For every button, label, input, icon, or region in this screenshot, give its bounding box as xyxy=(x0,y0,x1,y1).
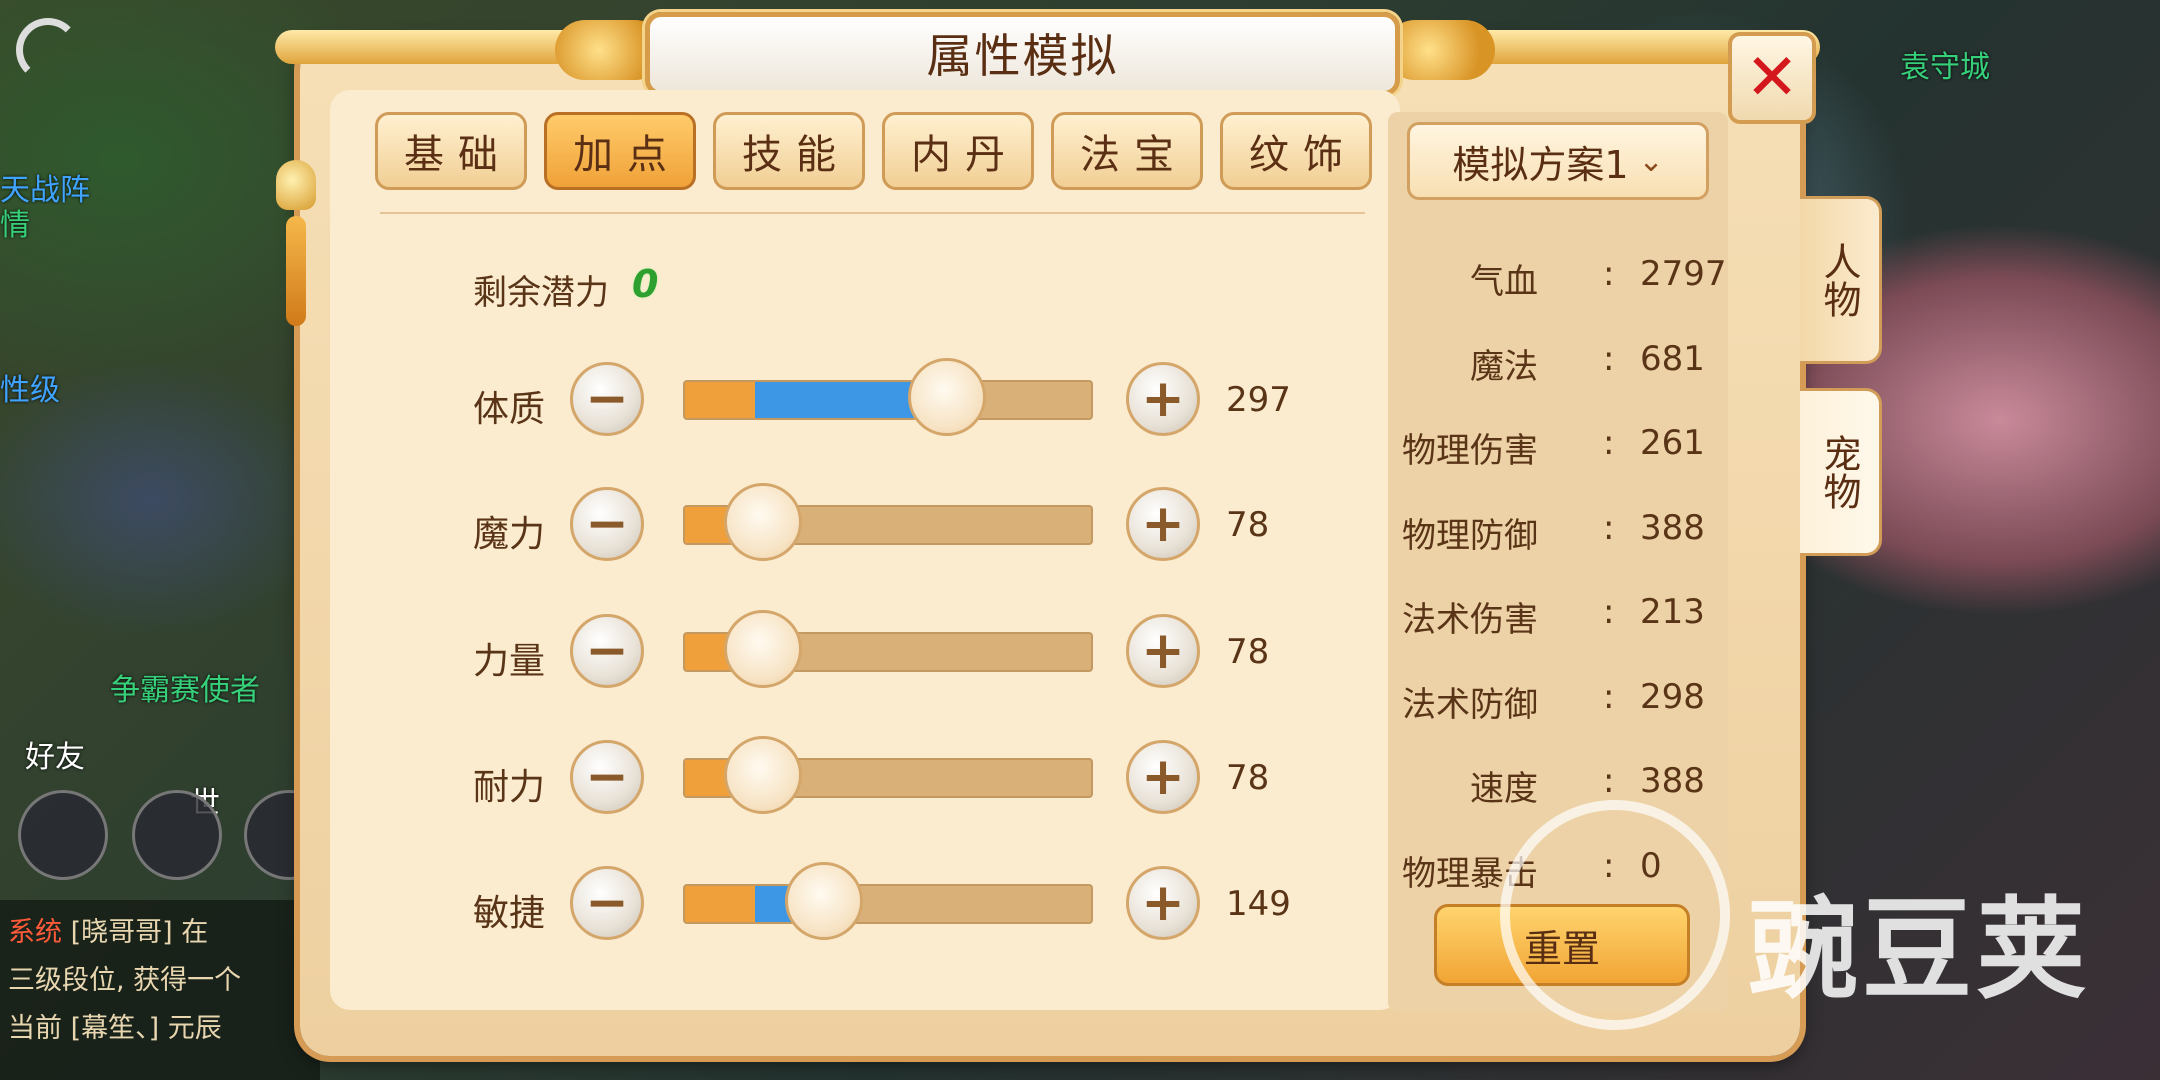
attribute-row: 魔力 − +78 xyxy=(0,483,1400,577)
remaining-potential-label: 剩余潜力 xyxy=(473,273,609,313)
minus-icon: − xyxy=(585,621,629,681)
increase-button[interactable]: + xyxy=(1126,614,1200,688)
increase-button[interactable]: + xyxy=(1126,487,1200,561)
stat-colon: : xyxy=(1603,338,1615,379)
plus-icon: + xyxy=(1141,873,1185,933)
chat-line-3: 当前 [幕笙、] 元辰 xyxy=(8,1013,222,1044)
stat-value: 213 xyxy=(1640,592,1705,632)
stat-colon: : xyxy=(1603,592,1615,632)
close-button[interactable]: ✕ xyxy=(1728,32,1816,124)
tab-add-points[interactable]: 加点 xyxy=(544,112,696,190)
plan-dropdown[interactable]: 模拟方案1 ⌄ xyxy=(1407,122,1709,200)
stat-name: 气血 xyxy=(1470,262,1538,302)
chat-line-2: 三级段位, 获得一个 xyxy=(8,965,242,996)
stat-name: 物理伤害 xyxy=(1402,431,1538,471)
attribute-row: 敏捷 − +149 xyxy=(0,862,1400,956)
minus-icon: − xyxy=(585,369,629,429)
minus-icon: − xyxy=(585,494,629,554)
tab-basic[interactable]: 基础 xyxy=(375,112,527,190)
stat-row: 物理伤害:261 xyxy=(1388,423,1708,483)
attribute-row: 力量 − +78 xyxy=(0,610,1400,704)
stat-value: 298 xyxy=(1640,676,1705,717)
attribute-slider[interactable] xyxy=(683,380,1093,420)
slider-handle[interactable] xyxy=(723,483,802,561)
slider-handle[interactable] xyxy=(908,358,987,436)
chevron-down-icon: ⌄ xyxy=(1638,143,1664,179)
stat-colon: : xyxy=(1603,254,1615,294)
stat-value: 681 xyxy=(1640,338,1705,379)
increase-button[interactable]: + xyxy=(1126,740,1200,814)
title-ornament-right xyxy=(1385,20,1495,80)
side-tab-character[interactable]: 人物 xyxy=(1800,196,1882,364)
attribute-row: 体质 − +297 xyxy=(0,358,1400,452)
stat-value: 2797 xyxy=(1640,254,1727,294)
stat-value: 388 xyxy=(1640,507,1705,548)
tab-inner-core[interactable]: 内丹 xyxy=(882,112,1034,190)
stat-colon: : xyxy=(1603,507,1615,548)
attribute-label: 耐力 xyxy=(473,767,546,808)
attribute-value: 78 xyxy=(1226,632,1270,672)
slider-base-fill xyxy=(685,886,755,922)
minus-icon: − xyxy=(585,873,629,933)
stat-name: 物理防御 xyxy=(1402,515,1538,556)
stat-name: 魔法 xyxy=(1470,346,1538,387)
attribute-row: 耐力 − +78 xyxy=(0,736,1400,830)
attribute-label: 魔力 xyxy=(473,514,546,555)
attribute-slider[interactable] xyxy=(683,884,1093,924)
stat-row: 法术防御:298 xyxy=(1388,677,1708,737)
attribute-label: 体质 xyxy=(473,389,546,430)
tab-treasure[interactable]: 法宝 xyxy=(1051,112,1203,190)
bg-text-2: 情 xyxy=(0,208,30,243)
watermark-text: 豌豆荚 xyxy=(1748,886,2090,1014)
remaining-potential-value: 0 xyxy=(632,262,659,306)
minus-icon: − xyxy=(585,747,629,807)
decrease-button[interactable]: − xyxy=(570,487,644,561)
stat-name: 法术伤害 xyxy=(1402,600,1538,640)
stat-row: 气血:2797 xyxy=(1388,254,1727,314)
slider-handle[interactable] xyxy=(723,736,802,814)
stat-row: 魔法:681 xyxy=(1388,339,1708,399)
plus-icon: + xyxy=(1141,494,1185,554)
bell-icon xyxy=(276,160,316,210)
decrease-button[interactable]: − xyxy=(570,614,644,688)
plus-icon: + xyxy=(1141,621,1185,681)
slider-base-fill xyxy=(685,382,755,418)
watermark-logo xyxy=(1500,800,1730,1030)
slider-handle[interactable] xyxy=(785,862,864,940)
stat-colon: : xyxy=(1603,676,1615,717)
tassel-ornament xyxy=(276,120,316,326)
attribute-value: 149 xyxy=(1226,884,1291,924)
close-icon: ✕ xyxy=(1745,41,1799,115)
tab-skills[interactable]: 技能 xyxy=(713,112,865,190)
plus-icon: + xyxy=(1141,369,1185,429)
dialog-title: 属性模拟 xyxy=(926,29,1119,83)
tab-ornament[interactable]: 纹饰 xyxy=(1220,112,1372,190)
attribute-value: 78 xyxy=(1226,758,1270,798)
attribute-value: 78 xyxy=(1226,505,1270,545)
stat-value: 261 xyxy=(1640,423,1705,463)
tab-divider xyxy=(380,212,1365,214)
stat-value: 388 xyxy=(1640,761,1705,801)
map-location-label: 袁守城 xyxy=(1900,50,1990,85)
plus-icon: + xyxy=(1141,747,1185,807)
decrease-button[interactable]: − xyxy=(570,362,644,436)
attribute-value: 297 xyxy=(1226,380,1291,420)
increase-button[interactable]: + xyxy=(1126,866,1200,940)
slider-handle[interactable] xyxy=(723,610,802,688)
tassel-tail xyxy=(286,216,306,326)
loading-icon xyxy=(16,18,80,82)
attribute-label: 力量 xyxy=(473,641,546,682)
stat-colon: : xyxy=(1603,423,1615,463)
decrease-button[interactable]: − xyxy=(570,866,644,940)
plan-label: 模拟方案1 xyxy=(1452,142,1629,187)
stat-row: 物理防御:388 xyxy=(1388,508,1708,568)
attribute-label: 敏捷 xyxy=(473,893,546,934)
stat-name: 法术防御 xyxy=(1402,684,1538,725)
stat-colon: : xyxy=(1603,761,1615,801)
increase-button[interactable]: + xyxy=(1126,362,1200,436)
decrease-button[interactable]: − xyxy=(570,740,644,814)
stat-name: 速度 xyxy=(1470,769,1538,809)
side-tab-pet[interactable]: 宠物 xyxy=(1800,388,1882,556)
stat-row: 法术伤害:213 xyxy=(1388,592,1708,652)
